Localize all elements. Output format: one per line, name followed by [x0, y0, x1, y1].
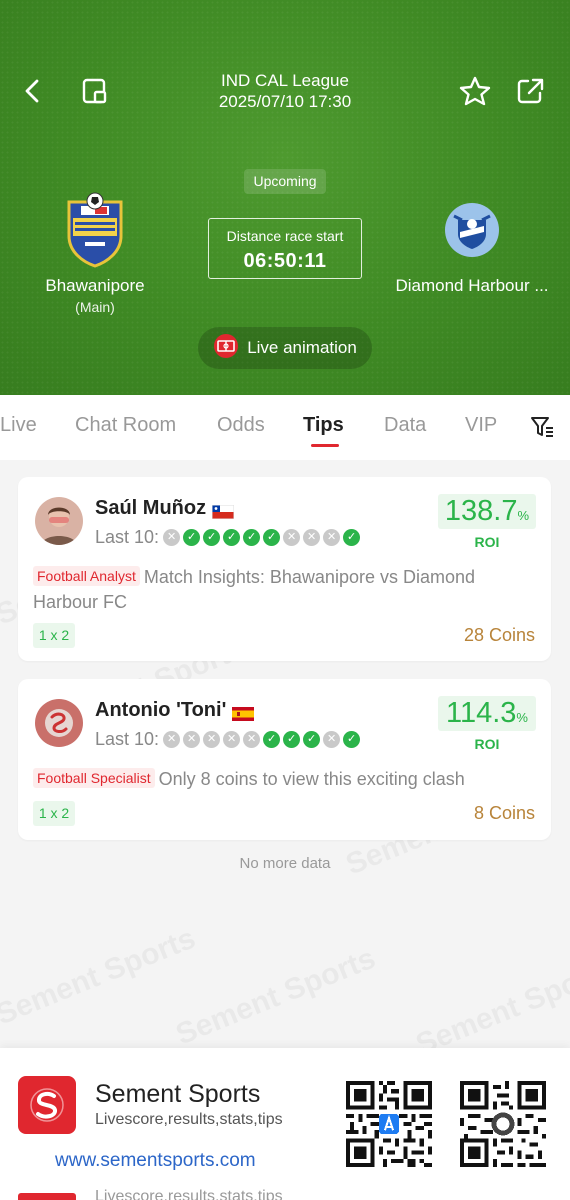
win-check-icon: ✓	[283, 731, 301, 748]
tab-tips[interactable]: Tips	[303, 414, 344, 437]
last10-record: Last 10: ✕ ✕ ✕ ✕ ✕ ✓ ✓ ✓ ✕ ✓	[95, 729, 361, 750]
star-favorite-icon[interactable]	[458, 74, 492, 108]
roi-label: ROI	[474, 736, 500, 752]
home-team-name: Bhawanipore	[45, 276, 145, 295]
tab-bar: Live Chat Room Odds Tips Data VIP	[0, 395, 570, 460]
watermark: Sement Sports	[171, 942, 380, 1053]
roi-unit: %	[516, 710, 528, 725]
roi-value: 114.3	[446, 697, 517, 729]
tipster-name[interactable]: Antonio 'Toni'	[95, 699, 255, 722]
live-animation-button[interactable]: Live animation	[198, 327, 372, 369]
win-check-icon: ✓	[243, 529, 261, 546]
roi-unit: %	[517, 508, 530, 523]
bet-type-badge: 1 x 2	[33, 623, 75, 648]
tipster-name-text: Saúl Muñoz	[95, 497, 207, 519]
app-url-link[interactable]: www.sementsports.com	[55, 1150, 256, 1172]
win-check-icon: ✓	[263, 529, 281, 546]
tab-vip[interactable]: VIP	[465, 414, 497, 437]
loss-x-icon: ✕	[283, 529, 301, 546]
loss-x-icon: ✕	[163, 529, 181, 546]
tab-chat-room[interactable]: Chat Room	[75, 414, 176, 437]
avatar[interactable]	[35, 497, 83, 545]
android-qr-code[interactable]	[460, 1081, 546, 1167]
win-check-icon: ✓	[203, 529, 221, 546]
tipster-name-text: Antonio 'Toni'	[95, 699, 227, 721]
result-dots: ✕ ✕ ✕ ✕ ✕ ✓ ✓ ✓ ✕ ✓	[163, 731, 361, 748]
app-logo	[18, 1076, 76, 1134]
bet-type-badge: 1 x 2	[33, 801, 75, 826]
filter-icon[interactable]	[530, 415, 554, 444]
spain-flag-icon	[232, 704, 255, 721]
countdown-label: Distance race start	[226, 228, 344, 244]
share-icon[interactable]	[513, 74, 547, 108]
home-team[interactable]: Bhawanipore (Main)	[0, 192, 195, 315]
watermark: Sement Sports	[411, 952, 570, 1063]
app-promo-banner[interactable]: Sement Sports Livescore,results,stats,ti…	[0, 1048, 570, 1200]
tipster-role-badge: Football Analyst	[33, 566, 140, 586]
roi-label: ROI	[474, 534, 500, 550]
pitch-icon	[213, 333, 239, 364]
result-dots: ✕ ✓ ✓ ✓ ✓ ✓ ✕ ✕ ✕ ✓	[163, 529, 361, 546]
match-status-badge: Upcoming	[244, 169, 326, 194]
no-more-data: No more data	[239, 855, 331, 872]
banner-duplicate-logo	[18, 1193, 76, 1200]
last10-label: Last 10:	[95, 527, 160, 547]
away-team-logo	[444, 202, 500, 258]
countdown-box: Distance race start 06:50:11	[208, 218, 362, 279]
tip-card[interactable]: Saúl Muñoz Last 10: ✕ ✓ ✓ ✓ ✓ ✓ ✕ ✕ ✕ ✓ 138.7% RO…	[18, 477, 551, 661]
countdown-timer: 06:50:11	[243, 250, 327, 272]
app-store-qr-code[interactable]	[346, 1081, 432, 1167]
active-tab-indicator	[311, 444, 339, 447]
loss-x-icon: ✕	[303, 529, 321, 546]
roi-value: 138.7	[444, 495, 518, 527]
tip-title: Only 8 coins to view this exciting clash	[158, 769, 465, 789]
tab-live[interactable]: Live	[0, 414, 37, 437]
tip-description[interactable]: Football Analyst Match Insights: Bhawanip…	[33, 564, 533, 615]
win-check-icon: ✓	[263, 731, 281, 748]
home-team-logo	[63, 192, 127, 268]
banner-duplicate-tagline: Livescore,results,stats,tips	[95, 1188, 283, 1200]
watermark: Sement Sports	[0, 922, 200, 1033]
tipster-role-badge: Football Specialist	[33, 768, 155, 788]
tip-price[interactable]: 8 Coins	[474, 803, 535, 824]
win-check-icon: ✓	[183, 529, 201, 546]
live-animation-label: Live animation	[247, 338, 357, 357]
loss-x-icon: ✕	[223, 731, 241, 748]
tipster-name[interactable]: Saúl Muñoz	[95, 497, 235, 520]
home-team-tag: (Main)	[75, 299, 115, 315]
loss-x-icon: ✕	[163, 731, 181, 748]
tip-card[interactable]: Antonio 'Toni' Last 10: ✕ ✕ ✕ ✕ ✕ ✓ ✓ ✓ ✕ ✓ 114.3…	[18, 679, 551, 840]
app-name: Sement Sports	[95, 1080, 261, 1108]
loss-x-icon: ✕	[243, 731, 261, 748]
last10-record: Last 10: ✕ ✓ ✓ ✓ ✓ ✓ ✕ ✕ ✕ ✓	[95, 527, 361, 548]
roi-value-box: 138.7%	[438, 494, 536, 529]
loss-x-icon: ✕	[203, 731, 221, 748]
app-tagline: Livescore,results,stats,tips	[95, 1111, 283, 1128]
tip-description[interactable]: Football Specialist Only 8 coins to view …	[33, 766, 533, 792]
away-team[interactable]: Diamond Harbour ...	[372, 192, 570, 296]
match-header: IND CAL League 2025/07/10 17:30 Upcoming…	[0, 0, 570, 395]
last10-label: Last 10:	[95, 729, 160, 749]
tab-odds[interactable]: Odds	[217, 414, 265, 437]
roi-value-box: 114.3%	[438, 696, 536, 731]
loss-x-icon: ✕	[183, 731, 201, 748]
win-check-icon: ✓	[343, 731, 361, 748]
chile-flag-icon	[212, 502, 235, 519]
win-check-icon: ✓	[303, 731, 321, 748]
avatar[interactable]	[35, 699, 83, 747]
away-team-name: Diamond Harbour ...	[395, 276, 549, 295]
tip-price[interactable]: 28 Coins	[464, 625, 535, 646]
win-check-icon: ✓	[223, 529, 241, 546]
win-check-icon: ✓	[343, 529, 361, 546]
tab-data[interactable]: Data	[384, 414, 426, 437]
loss-x-icon: ✕	[323, 529, 341, 546]
loss-x-icon: ✕	[323, 731, 341, 748]
